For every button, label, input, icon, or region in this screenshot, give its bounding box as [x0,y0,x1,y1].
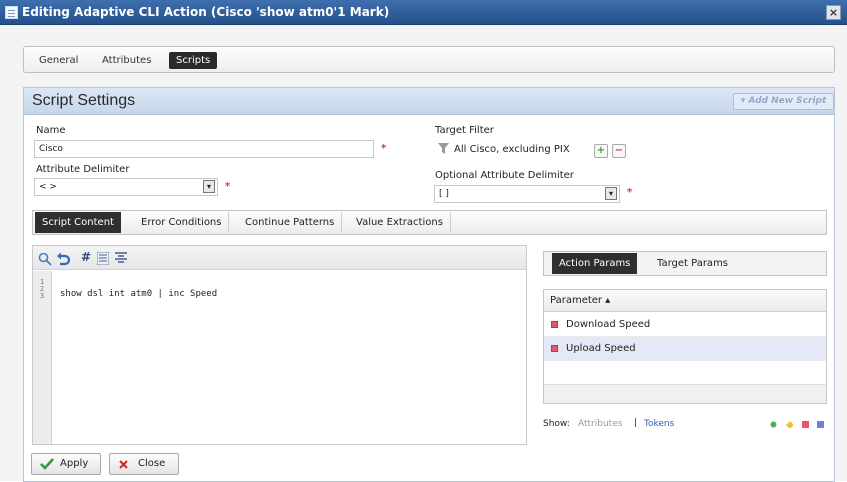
blue-square-icon [817,421,824,428]
attribute-delimiter-label: Attribute Delimiter [36,164,130,175]
tab-action-params[interactable]: Action Params [552,253,638,274]
attribute-delimiter-select[interactable]: < > [34,178,218,196]
parameter-name: Download Speed [566,319,651,330]
document-icon [5,6,18,19]
target-filter-label: Target Filter [435,125,494,136]
tab-target-params[interactable]: Target Params [650,253,735,274]
yellow-diamond-icon [786,421,793,428]
name-field[interactable]: Cisco [34,140,374,158]
add-new-script-button[interactable]: ▾ Add New Script [733,93,834,110]
tab-continue-patterns[interactable]: Continue Patterns [238,212,343,233]
chevron-down-icon[interactable]: ▾ [203,180,215,193]
funnel-icon [438,143,449,154]
parameter-icon [551,345,558,352]
panel-header [24,88,834,115]
checkmark-icon [40,458,54,470]
close-button[interactable]: Close [109,453,179,475]
attribute-delimiter-value: < > [39,182,57,192]
search-icon[interactable] [38,252,52,266]
parameter-column-header[interactable]: Parameter ▴ [544,290,826,312]
name-label: Name [36,125,66,136]
script-tab-bar: Script Content Error Conditions Continue… [32,210,827,235]
panel-title: Script Settings [32,92,136,109]
green-dot-icon [770,421,777,428]
close-icon [119,460,128,469]
undo-icon[interactable] [56,252,70,266]
parameter-header-label: Parameter ▴ [550,295,611,306]
tab-error-conditions[interactable]: Error Conditions [134,212,230,233]
optional-delimiter-value: [ ] [439,189,449,199]
close-label: Close [138,458,166,469]
list-icon[interactable] [97,252,109,265]
close-window-button[interactable]: × [826,5,841,20]
param-tab-bar: Action Params Target Params [543,251,827,276]
window-title: Editing Adaptive CLI Action (Cisco 'show… [22,5,390,19]
required-icon: * [381,143,387,154]
optional-delimiter-label: Optional Attribute Delimiter [435,170,574,181]
parameter-icon [551,321,558,328]
table-row[interactable]: Download Speed [544,313,826,337]
code-line[interactable]: show dsl int atm0 | inc Speed [60,289,217,299]
format-icon[interactable] [115,252,127,265]
table-footer [544,384,826,403]
tokens-toggle[interactable]: Tokens [644,419,674,429]
apply-button[interactable]: Apply [31,453,101,475]
tab-scripts[interactable]: Scripts [169,52,218,69]
red-square-icon [802,421,809,428]
table-row[interactable]: Upload Speed [544,337,826,361]
apply-label: Apply [60,458,89,469]
optional-delimiter-select[interactable]: [ ] [434,185,620,203]
parameter-name: Upload Speed [566,343,636,354]
required-icon: * [225,181,231,192]
attributes-toggle[interactable]: Attributes [578,419,622,429]
target-filter-value: All Cisco, excluding PIX [454,144,570,155]
chevron-down-icon[interactable]: ▾ [605,187,617,200]
remove-filter-button[interactable]: − [612,144,626,158]
add-filter-button[interactable]: + [594,144,608,158]
required-icon: * [627,187,633,198]
script-editor[interactable] [32,245,527,445]
hash-icon[interactable]: # [81,250,91,264]
top-tab-bar: General Attributes Scripts [23,46,835,73]
separator: | [634,418,638,428]
line-number-gutter: 1 2 3 [33,271,52,444]
tab-value-extractions[interactable]: Value Extractions [349,212,451,233]
show-label: Show: [543,419,570,429]
tab-general[interactable]: General [32,52,85,69]
tab-attributes[interactable]: Attributes [95,52,158,69]
line-number: 3 [39,292,45,300]
tab-script-content[interactable]: Script Content [35,212,121,233]
